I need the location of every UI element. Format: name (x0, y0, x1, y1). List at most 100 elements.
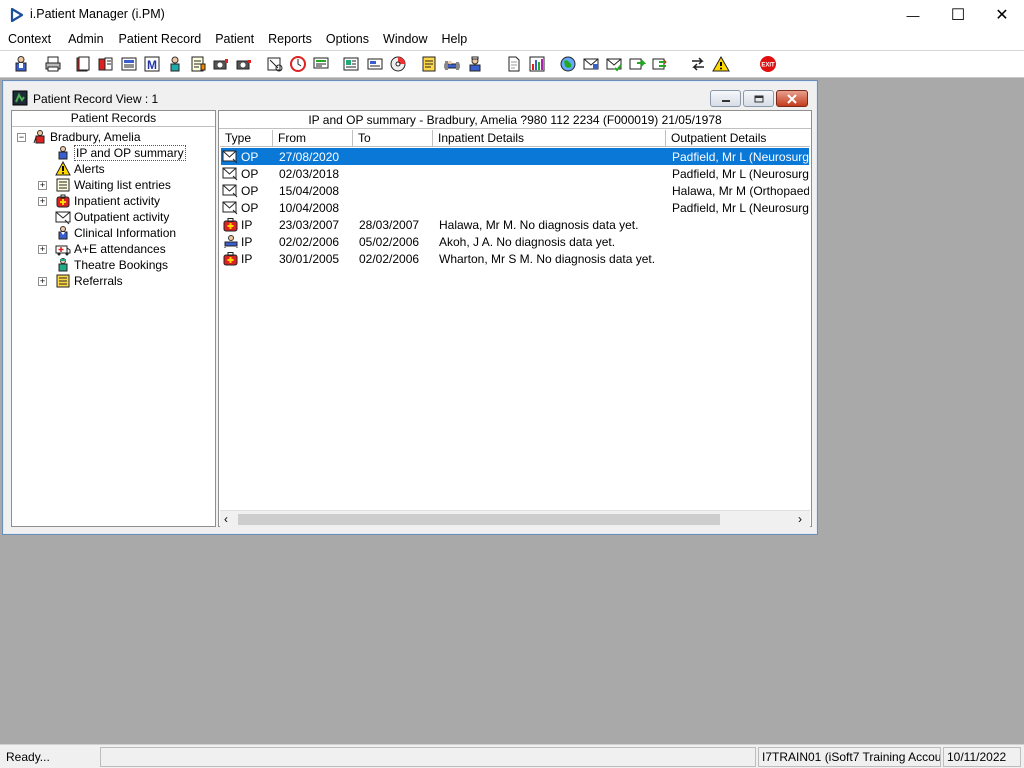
menu-patient[interactable]: Patient (215, 30, 254, 50)
tree-item-clinical-information[interactable]: Clinical Information (55, 225, 176, 241)
camera-icon (213, 59, 228, 70)
tree-root-patient[interactable]: Bradbury, Amelia (31, 129, 141, 145)
tree-item-referrals[interactable]: Referrals (55, 273, 123, 289)
scroll-thumb[interactable] (238, 514, 720, 525)
monitor-button[interactable] (310, 53, 331, 75)
table-row[interactable]: IP 30/01/2005 02/02/2006 Wharton, Mr S M… (221, 250, 809, 267)
tree-item-waiting-list[interactable]: Waiting list entries (55, 177, 171, 193)
records-button[interactable] (95, 53, 116, 75)
cell-inpatient: Halawa, Mr M. No diagnosis data yet. (439, 217, 639, 232)
menu-help[interactable]: Help (441, 30, 467, 50)
tree-item-alerts[interactable]: Alerts (55, 161, 105, 177)
table-row[interactable]: OP 02/03/2018 Padfield, Mr L (Neurosurge… (221, 165, 809, 182)
person-button[interactable] (164, 53, 185, 75)
m-button[interactable]: M (141, 53, 162, 75)
tree-item-ae-attendances[interactable]: A+E attendances (55, 241, 166, 257)
nurse-button[interactable] (464, 53, 485, 75)
status-account: I7TRAIN01 (iSoft7 Training Account) (758, 747, 941, 767)
camera-icon-2 (236, 60, 251, 70)
cell-from: 23/03/2007 (279, 217, 340, 232)
bed-button[interactable] (441, 53, 462, 75)
camera-button-2[interactable] (233, 53, 254, 75)
camera-button[interactable] (210, 53, 231, 75)
tree-item-outpatient-activity[interactable]: Outpatient activity (55, 209, 169, 225)
table-row[interactable]: IP 23/03/2007 28/03/2007 Halawa, Mr M. N… (221, 216, 809, 233)
app-title: i.Patient Manager (i.PM) (30, 7, 165, 21)
chart-button[interactable] (526, 53, 547, 75)
tree-body: − Bradbury, Amelia IP and OP summary Ale… (12, 128, 215, 526)
child-minimize-button[interactable] (710, 90, 741, 107)
col-type[interactable]: Type (220, 130, 273, 147)
child-title-bar[interactable]: Patient Record View : 1 (6, 84, 814, 112)
table-row[interactable]: OP 15/04/2008 Halawa, Mr M (Orthopaedics… (221, 182, 809, 199)
transfer-button[interactable] (626, 53, 647, 75)
col-inpatient-details[interactable]: Inpatient Details (433, 130, 666, 147)
tree-expand-referrals[interactable]: + (38, 277, 47, 286)
arrows-button[interactable] (687, 53, 708, 75)
note-button[interactable] (418, 53, 439, 75)
scan-button[interactable] (264, 53, 285, 75)
patient-search-button[interactable] (10, 53, 31, 75)
cell-type: IP (241, 251, 253, 266)
close-icon: ✕ (995, 7, 1009, 24)
table-row[interactable]: OP 10/04/2008 Padfield, Mr L (Neurosurge… (221, 199, 809, 216)
mail-button[interactable] (580, 53, 601, 75)
card-button[interactable] (364, 53, 385, 75)
toolbar: M EXIT (0, 50, 1024, 78)
tree-expand-inpatient[interactable]: + (38, 197, 47, 206)
child-close-button[interactable] (776, 90, 808, 107)
maximize-button[interactable]: ☐ (935, 0, 981, 30)
menu-options[interactable]: Options (326, 30, 369, 50)
tree-item-ip-op-summary[interactable]: IP and OP summary (55, 145, 186, 161)
cell-outpatient: Padfield, Mr L (Neurosurgery, (672, 166, 809, 181)
tree-item-theatre-bookings[interactable]: Theatre Bookings (55, 257, 168, 273)
col-outpatient-details[interactable]: Outpatient Details (666, 130, 810, 147)
minimize-button[interactable]: — (890, 0, 936, 30)
grid-header: Type From To Inpatient Details Outpatien… (220, 130, 810, 147)
envelope-icon (55, 209, 71, 225)
photo-button[interactable] (340, 53, 361, 75)
horizontal-scrollbar[interactable]: ‹ › (220, 510, 810, 527)
col-from[interactable]: From (273, 130, 353, 147)
tree-expand-waiting-list[interactable]: + (38, 181, 47, 190)
menu-reports[interactable]: Reports (268, 30, 312, 50)
scroll-right-icon[interactable]: › (798, 511, 802, 527)
disc-button[interactable] (387, 53, 408, 75)
exit-button[interactable]: EXIT (757, 53, 778, 75)
table-row[interactable]: OP 27/08/2020 Padfield, Mr L (Neurosurge… (221, 148, 809, 165)
monitor-icon (313, 57, 328, 69)
child-restore-button[interactable] (743, 90, 774, 107)
swap-button[interactable] (649, 53, 670, 75)
document-button[interactable] (503, 53, 524, 75)
menu-context[interactable]: Context (8, 30, 51, 50)
cell-from: 30/01/2005 (279, 251, 340, 266)
grid-view-button[interactable] (118, 53, 139, 75)
cell-to: 02/02/2006 (359, 251, 420, 266)
child-window-title: Patient Record View : 1 (33, 92, 159, 106)
globe-button[interactable] (557, 53, 578, 75)
close-button[interactable]: ✕ (979, 0, 1024, 30)
scroll-left-icon[interactable]: ‹ (224, 511, 228, 527)
notepad-button[interactable] (187, 53, 208, 75)
tree-expand-ae[interactable]: + (38, 245, 47, 254)
clock-button[interactable] (287, 53, 308, 75)
col-to[interactable]: To (353, 130, 433, 147)
chart-icon (529, 56, 544, 72)
menu-window[interactable]: Window (383, 30, 427, 50)
menu-admin[interactable]: Admin (68, 30, 103, 50)
mail-check-button[interactable] (603, 53, 624, 75)
cell-from: 10/04/2008 (279, 200, 340, 215)
status-message: Ready... (6, 750, 50, 764)
print-button[interactable] (42, 53, 63, 75)
tree-item-inpatient-activity[interactable]: Inpatient activity (55, 193, 160, 209)
table-row[interactable]: IP 02/02/2006 05/02/2006 Akoh, J A. No d… (221, 233, 809, 250)
menu-patient-record[interactable]: Patient Record (119, 30, 202, 50)
warning-button[interactable] (710, 53, 731, 75)
envelope-icon (222, 165, 239, 182)
cell-from: 27/08/2020 (279, 149, 340, 164)
arrows-icon (691, 57, 704, 71)
printer-icon (45, 56, 60, 72)
warning-icon (711, 55, 730, 72)
case-notes-button[interactable] (72, 53, 93, 75)
tree-root-collapse[interactable]: − (17, 133, 26, 142)
